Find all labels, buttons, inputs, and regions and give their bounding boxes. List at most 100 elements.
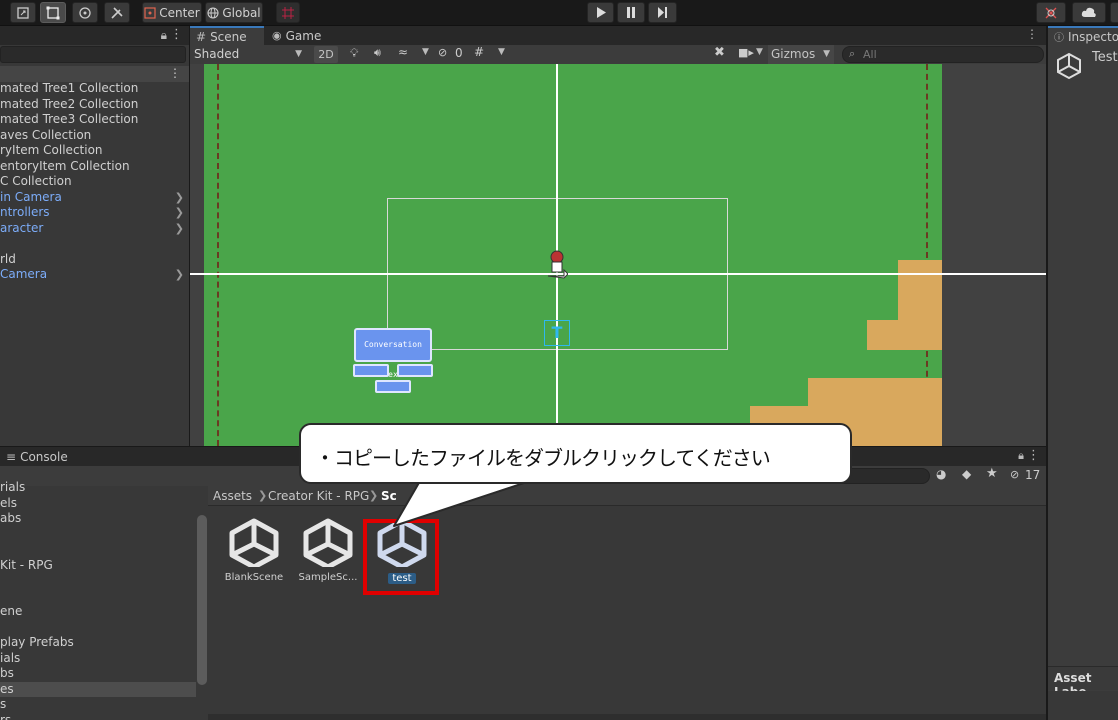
- hierarchy-item[interactable]: Camera ❯: [0, 267, 190, 283]
- account-button[interactable]: [1110, 2, 1118, 23]
- hierarchy-item[interactable]: aves Collection: [0, 128, 190, 144]
- asset-labels-header[interactable]: Asset Labe: [1048, 666, 1118, 699]
- effects-dropdown-icon[interactable]: ▼: [422, 47, 429, 57]
- chevron-right-icon[interactable]: ❯: [175, 205, 184, 221]
- hierarchy-item[interactable]: aracter ❯: [0, 221, 190, 237]
- project-folder-item[interactable]: ene: [0, 604, 196, 620]
- pivot-center-button[interactable]: Center: [142, 2, 202, 23]
- chevron-right-icon[interactable]: ❯: [175, 267, 184, 283]
- project-folder-item[interactable]: Kit - RPG: [0, 558, 196, 574]
- pause-button[interactable]: [617, 2, 645, 23]
- more-menu-icon[interactable]: ⋮: [1027, 448, 1040, 463]
- hierarchy-item[interactable]: C Collection: [0, 174, 190, 190]
- hierarchy-search-input[interactable]: [0, 46, 186, 63]
- tab-inspector[interactable]: ⓘ Inspecto: [1048, 26, 1118, 45]
- scene-header-row[interactable]: ⋮: [0, 66, 189, 82]
- chevron-right-icon[interactable]: ❯: [175, 221, 184, 237]
- tab-game[interactable]: ◉ Game: [266, 26, 336, 45]
- rect-tool-icon[interactable]: [40, 2, 66, 23]
- project-folder-item[interactable]: s: [0, 697, 196, 713]
- hierarchy-item[interactable]: mated Tree1 Collection: [0, 81, 190, 97]
- gizmos-dropdown[interactable]: Gizmos ▼: [768, 45, 834, 64]
- hidden-objects-icon[interactable]: ⊘: [438, 46, 447, 59]
- play-button[interactable]: [587, 2, 614, 23]
- tab-console-label: Console: [20, 449, 68, 464]
- step-button[interactable]: [648, 2, 677, 23]
- lighting-icon[interactable]: 💡︎: [350, 46, 358, 61]
- breadcrumb-item[interactable]: Creator Kit - RPG: [268, 489, 369, 503]
- text-object-icon[interactable]: T: [544, 320, 570, 346]
- project-folder-label: ials: [0, 650, 21, 665]
- folder-tree-scrollbar[interactable]: [197, 515, 207, 685]
- project-folder-item[interactable]: rs: [0, 713, 196, 720]
- project-folder-item[interactable]: bs: [0, 666, 196, 682]
- lock-icon[interactable]: 🔒︎: [1018, 449, 1024, 463]
- grid-visibility-icon[interactable]: #: [474, 45, 484, 59]
- hierarchy-tabbar: 🔒︎ ⋮: [0, 26, 189, 45]
- camera-dropdown-icon[interactable]: ▼: [756, 47, 763, 57]
- sand-tile: [867, 320, 942, 350]
- project-folder-item[interactable]: ials: [0, 651, 196, 667]
- favorite-star-icon[interactable]: ★: [986, 466, 998, 481]
- filter-type-icon[interactable]: ◕: [936, 467, 946, 481]
- cloud-icon[interactable]: [1072, 2, 1106, 23]
- conversation-text-box[interactable]: Conversation Text: [354, 328, 432, 379]
- dialog-button-bottom[interactable]: [375, 380, 411, 393]
- project-folder-item[interactable]: [0, 620, 196, 636]
- hierarchy-item[interactable]: rld: [0, 252, 190, 268]
- asset-tile[interactable]: BlankScene: [219, 517, 289, 583]
- hierarchy-item[interactable]: ryItem Collection: [0, 143, 190, 159]
- audio-icon[interactable]: 🔊︎: [374, 46, 381, 60]
- scene-more-icon[interactable]: ⋮: [169, 66, 181, 80]
- more-menu-icon[interactable]: ⋮: [170, 27, 183, 42]
- hierarchy-item[interactable]: entoryItem Collection: [0, 159, 190, 175]
- mode-2d-toggle[interactable]: 2D: [314, 46, 338, 63]
- transform-tool-icon[interactable]: [72, 2, 98, 23]
- dialog-button-right[interactable]: [397, 364, 433, 377]
- scene-search-input[interactable]: ⌕ All: [842, 46, 1044, 63]
- hidden-packages-icon[interactable]: ⊘: [1010, 468, 1019, 481]
- project-folder-item[interactable]: rials: [0, 480, 196, 496]
- rect-transform-tool-icon[interactable]: [10, 2, 36, 23]
- chevron-right-icon[interactable]: ❯: [175, 190, 184, 206]
- scene-viewport[interactable]: T Conversation Text: [190, 64, 1046, 446]
- breadcrumb-separator-icon: ❯: [258, 489, 268, 502]
- filter-label-icon[interactable]: ◆: [962, 467, 971, 481]
- shading-dropdown[interactable]: Shaded ▼: [190, 45, 306, 64]
- collab-icon[interactable]: [1036, 2, 1066, 23]
- tab-scene[interactable]: # Scene: [190, 26, 264, 45]
- project-folder-item[interactable]: play Prefabs: [0, 635, 196, 651]
- dialog-button-left[interactable]: [353, 364, 389, 377]
- project-folder-item[interactable]: es: [0, 681, 196, 697]
- project-folder-item[interactable]: [0, 542, 196, 558]
- project-folder-item[interactable]: [0, 527, 196, 543]
- character-sprite[interactable]: [546, 250, 569, 284]
- hierarchy-item[interactable]: ntrollers ❯: [0, 205, 190, 221]
- gizmos-label: Gizmos: [771, 47, 816, 61]
- space-global-button[interactable]: Global: [205, 2, 263, 23]
- camera-icon[interactable]: ■▸: [738, 46, 754, 59]
- hierarchy-item-label: aracter: [0, 220, 44, 235]
- shading-label: Shaded: [194, 47, 240, 61]
- lock-icon[interactable]: 🔒︎: [161, 28, 167, 43]
- tools-icon[interactable]: ✖: [714, 45, 725, 60]
- tab-console[interactable]: ≡ Console: [0, 447, 70, 466]
- grid-dropdown-icon[interactable]: ▼: [498, 47, 505, 57]
- custom-tools-icon[interactable]: [104, 2, 130, 23]
- project-folder-item[interactable]: els: [0, 496, 196, 512]
- unity-scene-icon: [1057, 52, 1081, 80]
- scene-more-icon[interactable]: ⋮: [1026, 27, 1038, 41]
- project-folder-item[interactable]: abs: [0, 511, 196, 527]
- project-folder-label: Kit - RPG: [0, 557, 53, 572]
- hierarchy-item[interactable]: mated Tree3 Collection: [0, 112, 190, 128]
- hierarchy-item[interactable]: in Camera ❯: [0, 190, 190, 206]
- breadcrumb-item[interactable]: Assets: [213, 489, 252, 503]
- effects-icon[interactable]: ≈: [398, 45, 408, 59]
- pivot-label: Center: [159, 5, 200, 20]
- project-folder-item[interactable]: [0, 589, 196, 605]
- hierarchy-item[interactable]: mated Tree2 Collection: [0, 97, 190, 113]
- grid-snap-icon[interactable]: [276, 2, 300, 23]
- project-folder-item[interactable]: [0, 573, 196, 589]
- asset-tile[interactable]: SampleSc...: [293, 517, 363, 583]
- hierarchy-item[interactable]: [0, 236, 190, 252]
